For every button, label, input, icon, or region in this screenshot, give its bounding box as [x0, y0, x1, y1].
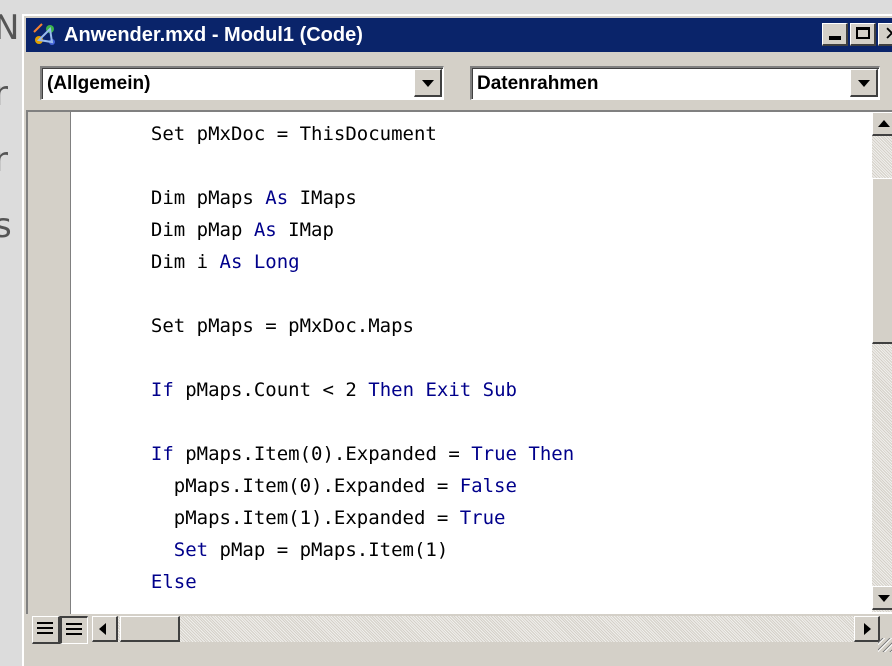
- chevron-down-icon: [422, 80, 434, 87]
- code-keyword: True: [459, 507, 506, 529]
- code-token: pMap = pMaps.Item(1): [208, 539, 449, 561]
- code-line[interactable]: Dim pMap As IMap: [128, 214, 574, 246]
- object-combobox[interactable]: (Allgemein): [40, 66, 444, 100]
- code-token: pMaps.Count < 2: [173, 379, 369, 401]
- procedure-combobox[interactable]: Datenrahmen: [470, 66, 880, 100]
- full-module-view-button[interactable]: [60, 616, 88, 644]
- resize-grip-icon[interactable]: [878, 638, 892, 652]
- code-line[interactable]: [128, 150, 574, 182]
- background-fragment: r: [0, 140, 8, 180]
- code-line[interactable]: [128, 406, 574, 438]
- minimize-button[interactable]: [822, 23, 848, 46]
- arrow-left-icon: [99, 623, 106, 635]
- code-token: Set pMxDoc = ThisDocument: [128, 123, 437, 145]
- background-fragment: s: [0, 206, 12, 246]
- code-text[interactable]: Set pMxDoc = ThisDocument Dim pMaps As I…: [128, 118, 574, 598]
- code-keyword: Set: [173, 539, 209, 561]
- close-button[interactable]: ✕: [878, 23, 892, 46]
- background-fragment: N: [0, 8, 20, 48]
- code-line[interactable]: If pMaps.Count < 2 Then Exit Sub: [128, 374, 574, 406]
- window-controls: ✕: [822, 23, 892, 46]
- arrow-up-icon: [878, 120, 890, 127]
- code-keyword: As Long: [219, 251, 300, 273]
- scroll-up-button[interactable]: [872, 112, 892, 136]
- procedure-combobox-value: Datenrahmen: [477, 73, 599, 94]
- horizontal-scrollbar[interactable]: [92, 616, 880, 642]
- code-line[interactable]: Set pMap = pMaps.Item(1): [128, 534, 574, 566]
- code-keyword: If: [150, 379, 174, 401]
- scroll-left-button[interactable]: [92, 616, 118, 642]
- code-keyword: Else: [150, 571, 197, 593]
- code-token: Set pMaps = pMxDoc.Maps: [128, 315, 414, 337]
- maximize-icon: [856, 27, 870, 39]
- code-keyword: If: [150, 443, 174, 465]
- procedure-view-icon: [37, 622, 53, 637]
- code-token: Dim pMap: [128, 219, 254, 241]
- arrow-right-icon: [864, 623, 871, 635]
- code-token: pMaps.Item(0).Expanded =: [173, 443, 472, 465]
- maximize-button[interactable]: [850, 23, 876, 46]
- code-keyword: True Then: [471, 443, 575, 465]
- code-line[interactable]: If pMaps.Item(0).Expanded = True Then: [128, 438, 574, 470]
- full-module-view-icon: [66, 623, 82, 638]
- code-keyword: False: [459, 475, 517, 497]
- code-keyword: As: [265, 187, 289, 209]
- margin-indicator-bar[interactable]: [28, 112, 71, 614]
- code-keyword: As: [253, 219, 277, 241]
- code-keyword: Then Exit Sub: [368, 379, 517, 401]
- code-line[interactable]: Dim pMaps As IMaps: [128, 182, 574, 214]
- code-line[interactable]: Else: [128, 566, 574, 598]
- code-token: Dim pMaps: [128, 187, 266, 209]
- chevron-down-icon: [858, 80, 870, 87]
- horizontal-scroll-thumb[interactable]: [120, 616, 180, 642]
- code-editor[interactable]: Set pMxDoc = ThisDocument Dim pMaps As I…: [26, 110, 892, 614]
- code-line[interactable]: [128, 342, 574, 374]
- code-line[interactable]: Set pMaps = pMxDoc.Maps: [128, 310, 574, 342]
- window-title: Anwender.mxd - Modul1 (Code): [64, 23, 363, 46]
- scroll-right-button[interactable]: [854, 616, 880, 642]
- editor-bottom-bar: [26, 614, 892, 654]
- scroll-down-button[interactable]: [872, 586, 892, 610]
- code-line[interactable]: pMaps.Item(1).Expanded = True: [128, 502, 574, 534]
- procedure-combobox-dropdown-button[interactable]: [850, 69, 878, 97]
- code-window: Anwender.mxd - Modul1 (Code) ✕ (Allgemei…: [22, 14, 892, 666]
- background-fragment: r: [0, 74, 8, 114]
- code-line[interactable]: [128, 278, 574, 310]
- procedure-view-button[interactable]: [32, 616, 60, 644]
- code-token: IMap: [276, 219, 334, 241]
- minimize-icon: [829, 36, 841, 40]
- code-line[interactable]: pMaps.Item(0).Expanded = False: [128, 470, 574, 502]
- code-token: Dim i: [128, 251, 220, 273]
- object-combobox-value: (Allgemein): [47, 73, 151, 94]
- vertical-scrollbar[interactable]: [872, 112, 892, 612]
- title-bar[interactable]: Anwender.mxd - Modul1 (Code) ✕: [26, 18, 892, 52]
- close-icon: ✕: [884, 23, 892, 45]
- code-token: pMaps.Item(0).Expanded =: [128, 475, 460, 497]
- vertical-scroll-thumb[interactable]: [872, 178, 892, 344]
- arcmap-icon: [33, 23, 55, 45]
- arrow-down-icon: [878, 595, 890, 602]
- code-line[interactable]: Dim i As Long: [128, 246, 574, 278]
- code-token: pMaps.Item(1).Expanded =: [128, 507, 460, 529]
- code-line[interactable]: Set pMxDoc = ThisDocument: [128, 118, 574, 150]
- code-token: IMaps: [288, 187, 357, 209]
- object-combobox-dropdown-button[interactable]: [414, 69, 442, 97]
